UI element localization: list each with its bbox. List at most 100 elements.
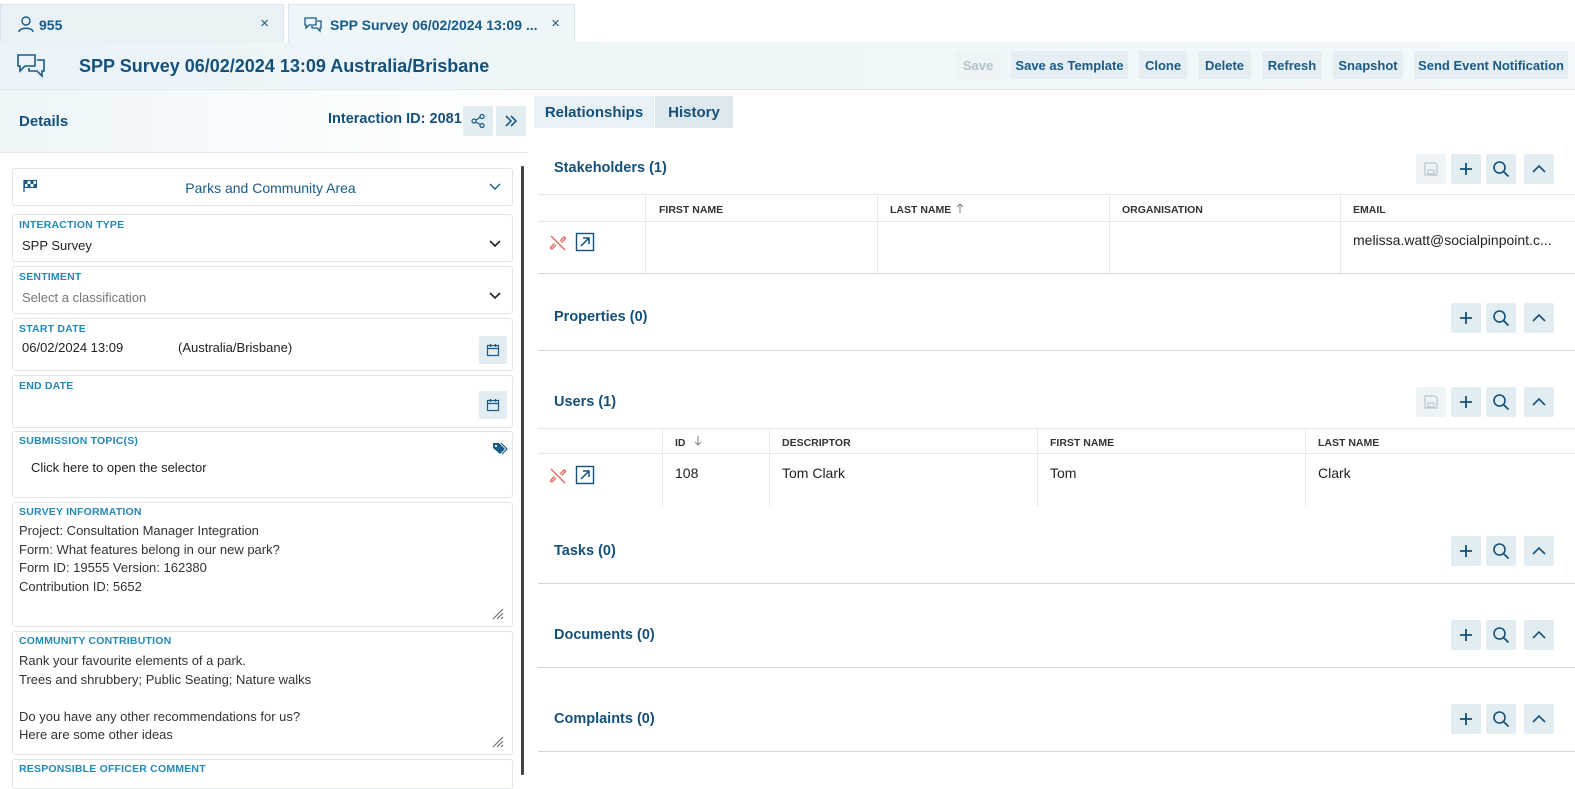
survey-information-field[interactable]: SURVEY INFORMATION Project: Consultation… bbox=[12, 502, 513, 627]
details-title: Details bbox=[19, 113, 69, 130]
chat-icon bbox=[303, 15, 323, 33]
col-first-name[interactable]: FIRST NAME bbox=[1050, 437, 1114, 449]
add-document-button[interactable] bbox=[1451, 620, 1481, 650]
end-date-picker-button[interactable] bbox=[479, 391, 507, 419]
page-title: SPP Survey 06/02/2024 13:09 Australia/Br… bbox=[79, 56, 490, 76]
snapshot-button[interactable]: Snapshot bbox=[1333, 51, 1403, 79]
plus-icon bbox=[1458, 627, 1474, 643]
stakeholders-title[interactable]: Stakeholders (1) bbox=[554, 160, 667, 176]
community-contribution-field[interactable]: COMMUNITY CONTRIBUTION Rank your favouri… bbox=[12, 631, 513, 755]
save-button[interactable]: Save bbox=[955, 51, 1001, 79]
divider bbox=[538, 583, 1575, 584]
search-icon bbox=[1492, 626, 1510, 644]
delete-button[interactable]: Delete bbox=[1198, 51, 1251, 79]
search-stakeholder-button[interactable] bbox=[1486, 154, 1516, 184]
unlink-icon[interactable] bbox=[549, 234, 567, 252]
officer-comment-field[interactable]: RESPONSIBLE OFFICER COMMENT bbox=[12, 759, 513, 789]
collapse-stakeholders-button[interactable] bbox=[1524, 154, 1554, 184]
save-users-button[interactable] bbox=[1416, 387, 1446, 417]
search-icon bbox=[1492, 710, 1510, 728]
tasks-title[interactable]: Tasks (0) bbox=[554, 543, 616, 559]
survey-information-label: SURVEY INFORMATION bbox=[19, 506, 142, 518]
stakeholder-email[interactable]: melissa.watt@socialpinpoint.c... bbox=[1353, 232, 1552, 248]
col-last-name[interactable]: LAST NAME bbox=[890, 204, 951, 216]
open-record-icon[interactable] bbox=[575, 465, 595, 485]
sentiment-field[interactable]: SENTIMENT Select a classification bbox=[12, 266, 513, 314]
save-as-template-button[interactable]: Save as Template bbox=[1011, 51, 1128, 79]
tab-spp-survey[interactable]: SPP Survey 06/02/2024 13:09 ... × bbox=[288, 4, 575, 42]
search-icon bbox=[1492, 393, 1510, 411]
users-title[interactable]: Users (1) bbox=[554, 394, 616, 410]
start-date-value: 06/02/2024 13:09 bbox=[22, 340, 124, 355]
complaints-title[interactable]: Complaints (0) bbox=[554, 711, 655, 727]
user-last-name: Clark bbox=[1318, 465, 1351, 481]
topics-selector-link[interactable]: Click here to open the selector bbox=[31, 460, 207, 475]
chevron-up-icon bbox=[1531, 543, 1547, 559]
refresh-button[interactable]: Refresh bbox=[1262, 51, 1322, 79]
chevron-up-icon bbox=[1531, 394, 1547, 410]
search-task-button[interactable] bbox=[1486, 536, 1516, 566]
unlink-icon[interactable] bbox=[549, 467, 567, 485]
officer-comment-label: RESPONSIBLE OFFICER COMMENT bbox=[19, 763, 206, 775]
col-descriptor[interactable]: DESCRIPTOR bbox=[782, 437, 851, 449]
tab-stakeholder-955[interactable]: 955 × bbox=[0, 4, 284, 42]
col-email[interactable]: EMAIL bbox=[1353, 204, 1386, 216]
col-id[interactable]: ID bbox=[675, 437, 686, 449]
collapse-tasks-button[interactable] bbox=[1524, 536, 1554, 566]
add-complaint-button[interactable] bbox=[1451, 704, 1481, 734]
record-header: SPP Survey 06/02/2024 13:09 Australia/Br… bbox=[0, 42, 1575, 90]
collapse-properties-button[interactable] bbox=[1524, 303, 1554, 333]
sort-desc-icon[interactable] bbox=[693, 435, 703, 447]
add-property-button[interactable] bbox=[1451, 303, 1481, 333]
send-event-notification-button[interactable]: Send Event Notification bbox=[1414, 51, 1568, 79]
chevron-up-icon bbox=[1531, 161, 1547, 177]
add-task-button[interactable] bbox=[1451, 536, 1481, 566]
end-date-field[interactable]: END DATE bbox=[12, 375, 513, 428]
interaction-type-field[interactable]: INTERACTION TYPE SPP Survey bbox=[12, 214, 513, 262]
add-stakeholder-button[interactable] bbox=[1451, 154, 1481, 184]
scrollbar[interactable] bbox=[521, 166, 524, 775]
documents-title[interactable]: Documents (0) bbox=[554, 627, 655, 643]
clone-button[interactable]: Clone bbox=[1139, 51, 1187, 79]
collapse-documents-button[interactable] bbox=[1524, 620, 1554, 650]
divider bbox=[538, 350, 1575, 351]
collapse-users-button[interactable] bbox=[1524, 387, 1554, 417]
search-document-button[interactable] bbox=[1486, 620, 1516, 650]
plus-icon bbox=[1458, 711, 1474, 727]
search-complaint-button[interactable] bbox=[1486, 704, 1516, 734]
area-value: Parks and Community Area bbox=[185, 180, 356, 196]
chevron-up-icon bbox=[1531, 310, 1547, 326]
start-date-label: START DATE bbox=[19, 323, 86, 335]
search-property-button[interactable] bbox=[1486, 303, 1516, 333]
properties-title[interactable]: Properties (0) bbox=[554, 309, 647, 325]
add-user-button[interactable] bbox=[1451, 387, 1481, 417]
expand-panel-button[interactable] bbox=[496, 106, 526, 136]
open-record-icon[interactable] bbox=[575, 232, 595, 252]
interaction-id: Interaction ID: 2081 bbox=[328, 111, 462, 127]
resize-handle-icon[interactable] bbox=[492, 736, 504, 748]
col-last-name[interactable]: LAST NAME bbox=[1318, 437, 1379, 449]
plus-icon bbox=[1458, 161, 1474, 177]
close-icon[interactable]: × bbox=[260, 15, 269, 32]
tab-bar: 955 × SPP Survey 06/02/2024 13:09 ... × bbox=[0, 0, 1575, 42]
start-date-picker-button[interactable] bbox=[479, 336, 507, 364]
area-dropdown[interactable]: Parks and Community Area bbox=[12, 168, 513, 206]
close-icon[interactable]: × bbox=[551, 15, 560, 32]
col-first-name[interactable]: FIRST NAME bbox=[659, 204, 723, 216]
details-header: Details Interaction ID: 2081 bbox=[0, 90, 528, 153]
sort-asc-icon[interactable] bbox=[955, 202, 965, 214]
tab-history[interactable]: History bbox=[655, 96, 733, 128]
share-button[interactable] bbox=[463, 106, 493, 136]
save-stakeholders-button[interactable] bbox=[1416, 154, 1446, 184]
collapse-complaints-button[interactable] bbox=[1524, 704, 1554, 734]
search-user-button[interactable] bbox=[1486, 387, 1516, 417]
resize-handle-icon[interactable] bbox=[492, 608, 504, 620]
divider bbox=[538, 667, 1575, 668]
tab-relationships[interactable]: Relationships bbox=[534, 96, 654, 128]
start-date-field[interactable]: START DATE 06/02/2024 13:09 (Australia/B… bbox=[12, 318, 513, 371]
calendar-icon bbox=[486, 398, 500, 412]
community-contribution-label: COMMUNITY CONTRIBUTION bbox=[19, 635, 172, 647]
col-organisation[interactable]: ORGANISATION bbox=[1122, 204, 1203, 216]
submission-topics-field[interactable]: SUBMISSION TOPIC(S) Click here to open t… bbox=[12, 431, 513, 498]
chat-icon bbox=[16, 52, 46, 78]
